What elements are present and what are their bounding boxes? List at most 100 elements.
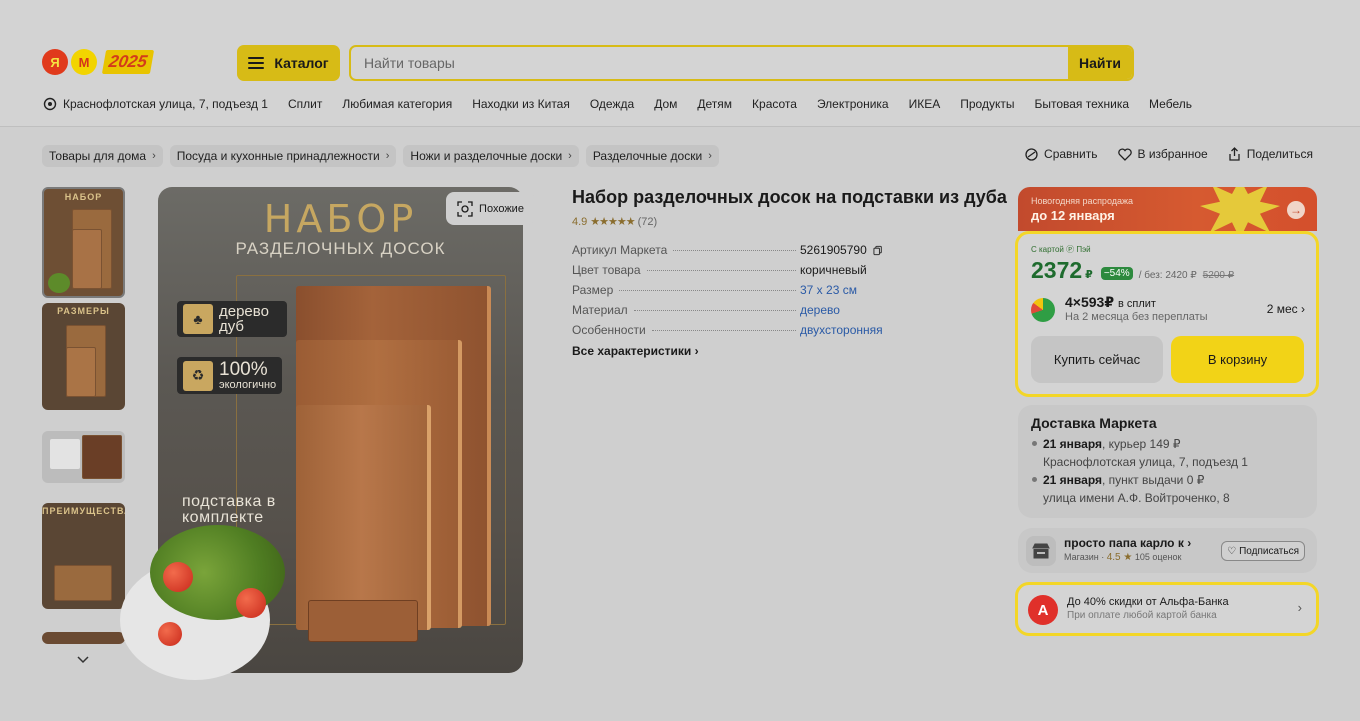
compare-icon — [1025, 147, 1038, 161]
logo-ya: Я — [42, 49, 68, 75]
breadcrumb-item[interactable]: Товары для дома › — [42, 145, 163, 167]
recycle-icon: ♻ — [183, 360, 213, 391]
thumbnail-4[interactable]: ПРЕИМУЩЕСТВА — [42, 503, 125, 609]
nav-item-kids[interactable]: Детям — [697, 97, 732, 111]
thumbnail-5[interactable] — [42, 632, 125, 644]
top-nav: Краснофлотская улица, 7, подъезд 1 Сплит… — [43, 97, 1192, 111]
thumbnail-1[interactable]: НАБОР — [42, 187, 125, 298]
thumbnail-2[interactable]: РАЗМЕРЫ — [42, 303, 125, 410]
nav-item-clothes[interactable]: Одежда — [590, 97, 634, 111]
chevron-down-icon[interactable] — [77, 653, 89, 667]
discount-badge: −54% — [1100, 267, 1133, 280]
arrow-right-icon[interactable]: → — [1287, 201, 1305, 219]
buy-now-button[interactable]: Купить сейчас — [1031, 336, 1163, 383]
nav-item-appliances[interactable]: Бытовая техника — [1034, 97, 1129, 111]
share-button[interactable]: Поделиться — [1228, 147, 1313, 161]
nav-item-home[interactable]: Дом — [654, 97, 677, 111]
breadcrumb-item[interactable]: Ножи и разделочные доски › — [403, 145, 579, 167]
location-pin-icon — [43, 97, 57, 111]
delivery-option[interactable]: 21 января, пункт выдачи 0 ₽ улица имени … — [1031, 471, 1304, 507]
catalog-label: Каталог — [274, 55, 329, 71]
spec-row: Цвет товара коричневый — [572, 263, 867, 277]
logo-m: М — [71, 49, 97, 75]
menu-icon — [248, 57, 265, 69]
nav-item-electronics[interactable]: Электроника — [817, 97, 889, 111]
photo-caption: подставка в комплекте — [182, 493, 276, 526]
all-specs-link[interactable]: Все характеристики › — [572, 344, 699, 358]
chevron-right-icon: › — [694, 344, 699, 358]
chevron-right-icon: › — [568, 150, 572, 162]
spec-row: Особенности двухсторонняя — [572, 323, 883, 337]
shop-name: просто папа карло к — [1064, 536, 1184, 550]
board-stand — [308, 600, 418, 642]
chevron-right-icon: › — [1187, 536, 1192, 550]
star-icon: ★★★★★ — [590, 216, 635, 228]
price-box: С картой Ⓟ Пэй 2372 ₽ −54% / без: 2420 ₽… — [1015, 231, 1319, 397]
nav-item-ikea[interactable]: ИКЕА — [909, 97, 941, 111]
product-actions: Сравнить В избранное Поделиться — [1025, 147, 1313, 161]
chevron-right-icon: › — [708, 150, 712, 162]
review-count: (72) — [637, 215, 658, 228]
nav-item-china-finds[interactable]: Находки из Китая — [472, 97, 570, 111]
spec-row: Размер 37 x 23 см — [572, 283, 882, 303]
breadcrumb-item[interactable]: Посуда и кухонные принадлежности › — [169, 145, 397, 167]
spec-link[interactable]: дерево — [800, 303, 882, 317]
chevron-right-icon: › — [152, 150, 156, 162]
similar-button[interactable]: Похожие — [446, 192, 535, 225]
promo-banner[interactable]: Новогодняя распродажа до 12 января → — [1018, 187, 1317, 231]
badge-wood: ♣ дерево дуб — [177, 301, 287, 337]
sale-burst-icon — [1200, 187, 1280, 231]
alfa-bank-offer[interactable]: А До 40% скидки от Альфа-Банка При оплат… — [1015, 582, 1319, 636]
store-icon — [1026, 536, 1056, 566]
chevron-right-icon: › — [1297, 600, 1302, 615]
card-label: С картой Ⓟ Пэй — [1031, 245, 1091, 254]
spec-row: Артикул Маркета 5261905790 — [572, 243, 882, 263]
share-icon — [1229, 147, 1240, 161]
cutting-board-small — [296, 405, 431, 630]
nav-item-furniture[interactable]: Мебель — [1149, 97, 1192, 111]
tomato — [158, 622, 182, 646]
nav-item-favorite-category[interactable]: Любимая категория — [342, 97, 452, 111]
copy-icon[interactable] — [873, 245, 882, 256]
nav-item-split[interactable]: Сплит — [288, 97, 322, 111]
price-value: 2372 — [1031, 257, 1083, 283]
rating-value: 4.9 — [572, 215, 588, 228]
chevron-right-icon: › — [1301, 302, 1305, 316]
nav-item-groceries[interactable]: Продукты — [960, 97, 1014, 111]
old-price: 5200 ₽ — [1202, 270, 1235, 281]
image-search-icon — [457, 200, 473, 217]
address-selector[interactable]: Краснофлотская улица, 7, подъезд 1 — [43, 97, 268, 111]
price: 2372 ₽ −54% / без: 2420 ₽ 5200 ₽ — [1031, 257, 1235, 283]
logo[interactable]: Я М 2025 — [42, 49, 154, 75]
address-label: Краснофлотская улица, 7, подъезд 1 — [63, 97, 268, 111]
spec-link[interactable]: 37 x 23 см — [800, 283, 882, 297]
nav-item-beauty[interactable]: Красота — [752, 97, 797, 111]
subscribe-button[interactable]: ♡ Подписаться — [1221, 541, 1305, 561]
search-button[interactable]: Найти — [1068, 47, 1132, 79]
delivery-option[interactable]: 21 января, курьер 149 ₽ Краснофлотская у… — [1031, 435, 1304, 471]
favorite-button[interactable]: В избранное — [1117, 147, 1208, 161]
split-icon — [1031, 298, 1055, 322]
split-payment[interactable]: 4×593₽ в сплит На 2 месяца без переплаты… — [1031, 294, 1305, 326]
tree-icon: ♣ — [183, 304, 213, 334]
add-to-cart-button[interactable]: В корзину — [1171, 336, 1304, 383]
heart-icon — [1117, 147, 1132, 161]
delivery-panel: Доставка Маркета 21 января, курьер 149 ₽… — [1018, 405, 1317, 518]
shop-card[interactable]: просто папа карло к › Магазин · 4.5 ★ 10… — [1018, 528, 1317, 573]
spec-link[interactable]: двухсторонняя — [800, 323, 883, 337]
compare-button[interactable]: Сравнить — [1025, 147, 1098, 161]
tomato — [163, 562, 193, 592]
search-input[interactable] — [351, 47, 1068, 79]
breadcrumb-item[interactable]: Разделочные доски › — [585, 145, 719, 167]
product-rating[interactable]: 4.9 ★★★★★ (72) — [572, 215, 658, 229]
thumbnail-3[interactable] — [42, 431, 125, 483]
breadcrumb: Товары для дома › Посуда и кухонные прина… — [42, 145, 719, 167]
search-bar: Найти — [349, 45, 1134, 81]
product-title: Набор разделочных досок на подставки из … — [572, 187, 1007, 207]
spec-list: Артикул Маркета 5261905790 Цвет товара к… — [572, 243, 883, 343]
logo-sale-badge: 2025 — [101, 50, 154, 74]
alfa-bank-logo-icon: А — [1028, 595, 1058, 625]
delivery-title: Доставка Маркета — [1031, 415, 1157, 431]
chevron-right-icon: › — [385, 150, 390, 162]
catalog-button[interactable]: Каталог — [237, 45, 340, 81]
